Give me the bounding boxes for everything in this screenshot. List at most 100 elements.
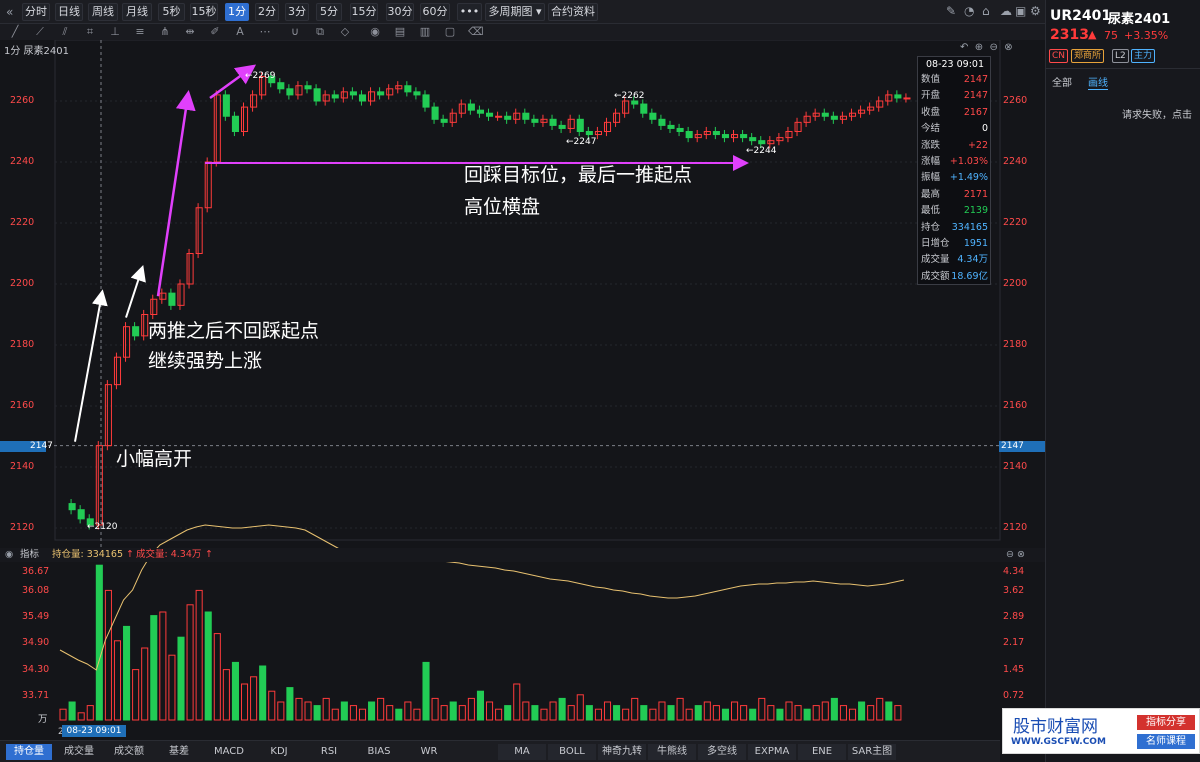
indicator-header: ◉ 指标 持仓量: 334165 ↑ 成交量: 4.34万 ↑ ⊖ ⊗ bbox=[0, 548, 1045, 562]
magnet-icon[interactable]: ∪ bbox=[288, 25, 302, 38]
note-icon[interactable]: ▢ bbox=[443, 25, 457, 38]
price-tick-label: 2120 bbox=[10, 522, 35, 533]
period-button[interactable]: 60分 bbox=[420, 3, 450, 21]
candlestick-chart[interactable] bbox=[0, 40, 1045, 740]
info-row: 涨幅 +1.03% bbox=[920, 154, 990, 170]
period-button[interactable]: 30分 bbox=[386, 3, 414, 21]
info-value: 2147 bbox=[963, 74, 988, 85]
request-failed-message[interactable]: 请求失败，点击 bbox=[1122, 106, 1200, 121]
oi-tick-label: 33.71 bbox=[22, 690, 50, 701]
text-icon[interactable]: A bbox=[233, 25, 247, 38]
indicator-tab[interactable]: KDJ bbox=[256, 744, 302, 760]
ray-icon[interactable]: ⟋ bbox=[33, 25, 47, 39]
period-button[interactable]: 5秒 bbox=[158, 3, 185, 21]
price-tick-label: 2200 bbox=[10, 278, 35, 289]
line-icon[interactable]: ╱ bbox=[8, 25, 22, 38]
indicator-tab[interactable]: 成交量 bbox=[56, 744, 102, 760]
arrow-white-1 bbox=[74, 289, 108, 442]
tab-drawings[interactable]: 画线 bbox=[1088, 74, 1108, 90]
close-icon[interactable]: ⊗ bbox=[1004, 42, 1012, 53]
period-button[interactable]: 15秒 bbox=[190, 3, 218, 21]
candle-body bbox=[458, 103, 466, 114]
overlay-tab[interactable]: MA bbox=[498, 744, 546, 760]
undo-icon[interactable]: ↶ bbox=[960, 42, 968, 53]
candle-body bbox=[113, 356, 122, 386]
up-arrow-icon: ↑ bbox=[205, 549, 213, 560]
indicator-settings-icon[interactable]: ⊖ ⊗ bbox=[1006, 548, 1025, 562]
info-key: 涨跌 bbox=[921, 139, 941, 151]
overlay-tab[interactable]: 牛熊线 bbox=[648, 744, 696, 760]
period-button[interactable]: 1分 bbox=[225, 3, 249, 21]
period-button[interactable]: 分时 bbox=[22, 3, 50, 21]
candle-body bbox=[141, 314, 149, 337]
overlay-tab[interactable]: SAR主图 bbox=[848, 744, 896, 760]
candle-body bbox=[631, 100, 639, 105]
camera-icon[interactable]: ▣ bbox=[1015, 4, 1026, 18]
delete-icon[interactable]: ⌫ bbox=[468, 25, 484, 38]
indicator-tab[interactable]: MACD bbox=[206, 744, 252, 760]
price-change: 75 bbox=[1104, 29, 1118, 42]
settings-icon[interactable]: ⚙ bbox=[1030, 4, 1041, 18]
horizontal-icon[interactable]: ⊥ bbox=[108, 25, 122, 38]
bell-icon[interactable]: ◔ bbox=[964, 4, 974, 18]
candle-body bbox=[277, 82, 285, 90]
price-tick-label: 2260 bbox=[1003, 95, 1028, 106]
period-button[interactable]: 5分 bbox=[316, 3, 342, 21]
multi-period-button[interactable]: 多周期图 ▾ bbox=[485, 3, 545, 21]
overlay-tab[interactable]: BOLL bbox=[548, 744, 596, 760]
pen-icon[interactable]: ✐ bbox=[208, 25, 222, 38]
annotation-pullback: 回踩目标位，最后一推起点 bbox=[464, 164, 693, 186]
overlay-tab[interactable]: EXPMA bbox=[748, 744, 796, 760]
more-icon[interactable]: ⋯ bbox=[258, 25, 272, 38]
indicator-tab[interactable]: WR bbox=[406, 744, 452, 760]
period-button[interactable]: 15分 bbox=[350, 3, 378, 21]
candle-body bbox=[531, 118, 539, 123]
fork-icon[interactable]: ⋔ bbox=[158, 25, 172, 38]
eraser-icon[interactable]: ◇ bbox=[338, 25, 352, 38]
collapse-icon[interactable]: « bbox=[6, 5, 13, 19]
low-mark: ←2120 bbox=[87, 522, 118, 532]
eye-icon[interactable]: ◉ bbox=[368, 25, 382, 38]
parallel-icon[interactable]: ⫽ bbox=[58, 25, 72, 39]
channel-icon[interactable]: ⇹ bbox=[183, 25, 197, 38]
overlay-tab[interactable]: 神奇九转 bbox=[598, 744, 646, 760]
crop-icon[interactable]: ⌗ bbox=[83, 25, 97, 39]
drawing-toolbar: ╱ ⟋ ⫽ ⌗ ⊥ ≡ ⋔ ⇹ ✐ A ⋯ ∪ ⧉ ◇ ◉ ▤ ▥ ▢ ⌫ bbox=[0, 24, 1045, 40]
indicator-toggle-icon[interactable]: ◉ bbox=[5, 548, 13, 562]
tab-all[interactable]: 全部 bbox=[1052, 74, 1072, 89]
candle-body bbox=[667, 124, 675, 129]
indicator-tab[interactable]: 基差 bbox=[156, 744, 202, 760]
candle-body bbox=[377, 91, 385, 96]
contract-info-button[interactable]: 合约资料 bbox=[548, 3, 598, 21]
period-button[interactable]: 日线 bbox=[55, 3, 83, 21]
volume-tick-label: 1.45 bbox=[1003, 664, 1025, 675]
edit-icon[interactable]: ✎ bbox=[946, 4, 956, 18]
indicator-tab[interactable]: RSI bbox=[306, 744, 352, 760]
period-button[interactable]: 月线 bbox=[122, 3, 152, 21]
indicator-tab[interactable]: BIAS bbox=[356, 744, 402, 760]
crosshair-time-tag: 08-23 09:01 bbox=[62, 725, 126, 737]
zoom-out-icon[interactable]: ⊖ bbox=[990, 42, 998, 53]
fib-icon[interactable]: ≡ bbox=[133, 25, 147, 38]
quote-panel: UR2401 尿素2401 2313 ▲ 75 +3.35% CN 郑商所 L2… bbox=[1045, 0, 1200, 762]
indicator-tab[interactable]: 持仓量 bbox=[6, 744, 52, 760]
info-row: 成交量 4.34万 bbox=[920, 252, 990, 268]
volume-bar bbox=[803, 708, 811, 721]
lock-icon[interactable]: ▤ bbox=[393, 25, 407, 38]
price-tick-label: 2220 bbox=[1003, 217, 1028, 228]
more-periods-button[interactable]: ••• bbox=[457, 3, 482, 21]
candle-body bbox=[104, 384, 112, 447]
candle-body bbox=[603, 121, 612, 132]
copy-icon[interactable]: ⧉ bbox=[313, 25, 327, 39]
overlay-tab[interactable]: ENE bbox=[798, 744, 846, 760]
candle-body bbox=[749, 137, 757, 142]
overlay-tab[interactable]: 多空线 bbox=[698, 744, 746, 760]
zoom-in-icon[interactable]: ⊕ bbox=[975, 42, 983, 53]
period-button[interactable]: 2分 bbox=[255, 3, 279, 21]
indicator-tab[interactable]: 成交额 bbox=[106, 744, 152, 760]
period-button[interactable]: 3分 bbox=[285, 3, 309, 21]
screenshot-icon[interactable]: ⌂ bbox=[982, 4, 990, 18]
period-button[interactable]: 周线 bbox=[88, 3, 118, 21]
cloud-icon[interactable]: ☁ bbox=[1000, 4, 1012, 18]
trash-icon[interactable]: ▥ bbox=[418, 25, 432, 38]
